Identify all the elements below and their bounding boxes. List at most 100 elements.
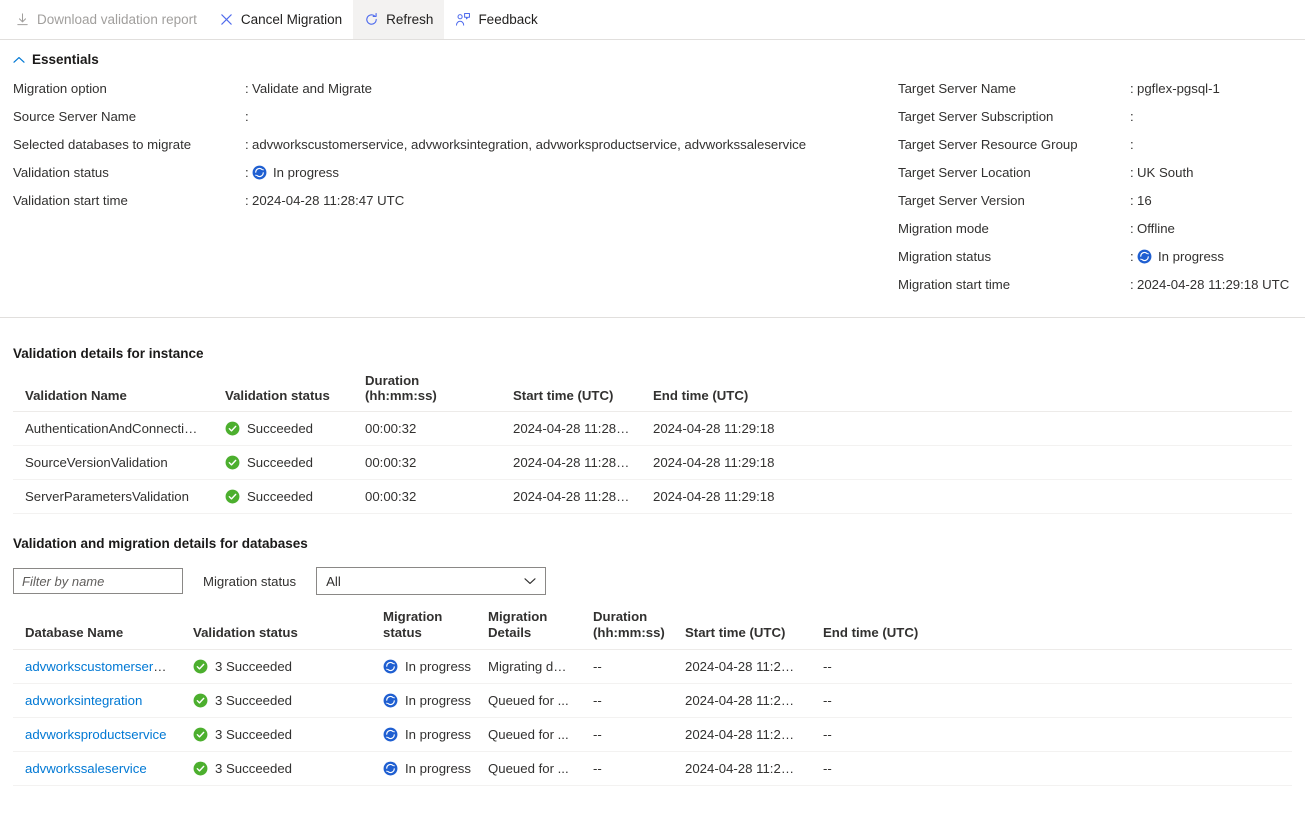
cell-database-name: advworkssaleservice — [13, 752, 181, 786]
essentials-label: Migration start time — [898, 277, 1130, 292]
table-header-row: Database Name Validation status Migratio… — [13, 601, 1292, 650]
essentials-separator: : — [1130, 165, 1137, 180]
in-progress-icon — [1137, 249, 1152, 264]
status-label: In progress — [405, 761, 471, 776]
db-filter-bar: Migration status All — [13, 555, 1292, 601]
cell-migration-status: In progress — [371, 684, 476, 718]
download-validation-report-button[interactable]: Download validation report — [4, 0, 208, 39]
database-details-table: Database Name Validation status Migratio… — [13, 601, 1292, 786]
essentials-label: Target Server Name — [898, 81, 1130, 96]
essentials-separator: : — [1130, 81, 1137, 96]
feedback-label: Feedback — [478, 12, 537, 27]
table-row[interactable]: SourceVersionValidation Succeeded 00:00:… — [13, 446, 1292, 480]
column-header-duration[interactable]: Duration (hh:mm:ss) — [353, 365, 501, 412]
essentials-toggle[interactable]: Essentials — [0, 52, 112, 67]
essentials-label: Target Server Version — [898, 193, 1130, 208]
cell-duration: 00:00:32 — [353, 446, 501, 480]
table-row[interactable]: advworksintegration 3 Succeeded — [13, 684, 1292, 718]
essentials-row: Migration option : Validate and Migrate — [13, 81, 898, 109]
instance-validation-section: Validation details for instance Validati… — [0, 328, 1305, 514]
essentials-row: Migration status : In progress — [898, 249, 1292, 277]
db-section-title: Validation and migration details for dat… — [13, 536, 1292, 555]
essentials-right-column: Target Server Name : pgflex-pgsql-1 Targ… — [898, 81, 1292, 305]
essentials-separator: : — [245, 109, 252, 124]
success-icon — [193, 761, 208, 776]
essentials-row: Migration start time : 2024-04-28 11:29:… — [898, 277, 1292, 305]
cell-migration-details: Migrating da... — [476, 650, 581, 684]
table-row[interactable]: advworkssaleservice 3 Succeeded — [13, 752, 1292, 786]
migration-status-filter-label: Migration status — [203, 574, 296, 589]
filter-by-name-input[interactable] — [13, 568, 183, 594]
essentials-value-status: In progress — [252, 165, 339, 180]
refresh-label: Refresh — [386, 12, 433, 27]
instance-section-title: Validation details for instance — [13, 328, 1292, 365]
in-progress-icon — [383, 727, 398, 742]
cell-database-name: advworkscustomerservice — [13, 650, 181, 684]
database-name-link[interactable]: advworksproductservice — [25, 727, 166, 742]
cell-end-time: -- — [811, 718, 1292, 752]
column-header-validation-name[interactable]: Validation Name — [13, 365, 213, 412]
feedback-button[interactable]: Feedback — [444, 0, 548, 39]
database-name-link[interactable]: advworkscustomerservice — [25, 659, 177, 674]
cell-migration-details: Queued for ... — [476, 752, 581, 786]
table-row[interactable]: advworkscustomerservice 3 Succeeded — [13, 650, 1292, 684]
cell-start-time: 2024-04-28 11:28:47 — [501, 480, 641, 514]
column-header-validation-status[interactable]: Validation status — [181, 601, 371, 650]
essentials-row: Target Server Location : UK South — [898, 165, 1292, 193]
cancel-migration-button[interactable]: Cancel Migration — [208, 0, 353, 39]
database-name-link[interactable]: advworksintegration — [25, 693, 142, 708]
cell-end-time: 2024-04-28 11:29:18 — [641, 412, 1292, 446]
column-header-end-time[interactable]: End time (UTC) — [811, 601, 1292, 650]
cell-duration: -- — [581, 718, 673, 752]
table-row[interactable]: ServerParametersValidation Succeeded 00:… — [13, 480, 1292, 514]
in-progress-icon — [383, 659, 398, 674]
essentials-separator: : — [245, 193, 252, 208]
success-icon — [193, 727, 208, 742]
essentials-value-status: In progress — [1137, 249, 1224, 264]
instance-validation-table: Validation Name Validation status Durati… — [13, 365, 1292, 514]
cell-validation-status: Succeeded — [213, 412, 353, 446]
migration-status-filter-select[interactable]: All — [316, 567, 546, 595]
column-header-migration-details[interactable]: Migration Details — [476, 601, 581, 650]
cell-migration-details: Queued for ... — [476, 684, 581, 718]
essentials-label: Source Server Name — [13, 109, 245, 124]
table-row[interactable]: AuthenticationAndConnectivi... Succeeded… — [13, 412, 1292, 446]
essentials-separator: : — [1130, 221, 1137, 236]
table-row[interactable]: advworksproductservice 3 Succeeded — [13, 718, 1292, 752]
column-header-migration-status[interactable]: Migration status — [371, 601, 476, 650]
column-header-start-time[interactable]: Start time (UTC) — [673, 601, 811, 650]
essentials-label: Target Server Resource Group — [898, 137, 1130, 152]
column-header-end-time[interactable]: End time (UTC) — [641, 365, 1292, 412]
cell-start-time: 2024-04-28 11:29:48 — [673, 752, 811, 786]
essentials-value: Offline — [1137, 221, 1175, 236]
essentials-row: Validation status : In progress — [13, 165, 898, 193]
essentials-value: UK South — [1137, 165, 1193, 180]
essentials-separator: : — [1130, 277, 1137, 292]
essentials-row: Target Server Version : 16 — [898, 193, 1292, 221]
status-label: In progress — [405, 727, 471, 742]
table-header-row: Validation Name Validation status Durati… — [13, 365, 1292, 412]
essentials-label: Validation status — [13, 165, 245, 180]
cell-migration-status: In progress — [371, 718, 476, 752]
cell-validation-status: 3 Succeeded — [181, 684, 371, 718]
success-icon — [225, 489, 240, 504]
essentials-separator: : — [1130, 249, 1137, 264]
close-x-icon — [219, 12, 234, 27]
essentials-value: pgflex-pgsql-1 — [1137, 81, 1220, 96]
refresh-button[interactable]: Refresh — [353, 0, 444, 39]
cell-migration-status: In progress — [371, 650, 476, 684]
success-icon — [193, 659, 208, 674]
cell-database-name: advworksproductservice — [13, 718, 181, 752]
column-header-start-time[interactable]: Start time (UTC) — [501, 365, 641, 412]
database-name-link[interactable]: advworkssaleservice — [25, 761, 147, 776]
column-header-duration[interactable]: Duration (hh:mm:ss) — [581, 601, 673, 650]
chevron-down-icon — [524, 577, 545, 585]
status-label: 3 Succeeded — [215, 659, 292, 674]
essentials-section: Essentials Migration option : Validate a… — [0, 40, 1305, 328]
essentials-row: Target Server Resource Group : — [898, 137, 1292, 165]
cancel-migration-label: Cancel Migration — [241, 12, 342, 27]
column-header-validation-status[interactable]: Validation status — [213, 365, 353, 412]
essentials-title: Essentials — [32, 52, 99, 67]
refresh-icon — [364, 12, 379, 27]
column-header-database-name[interactable]: Database Name — [13, 601, 181, 650]
